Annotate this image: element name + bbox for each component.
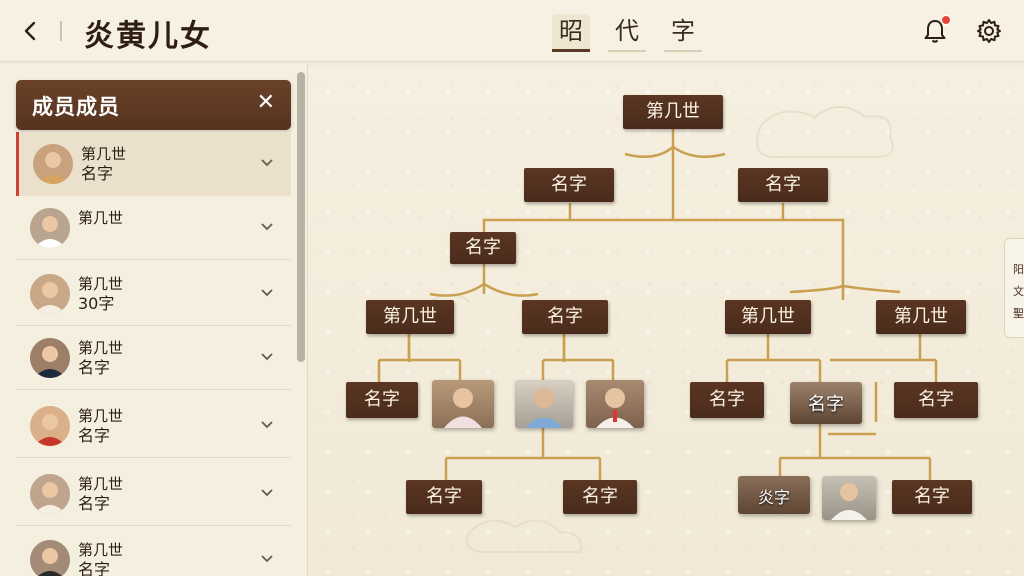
members-panel: 成员成员 ✕ 第几世 名字 第几世 第几世 30字 第几世 名字 第几世 名字 第几世 名字 第几世名… (0, 64, 308, 576)
member-generation: 第几世 (78, 275, 124, 293)
close-icon[interactable]: ✕ (257, 90, 275, 115)
chevron-down-icon[interactable] (259, 484, 275, 500)
member-label: 名字 (78, 494, 111, 513)
member-label: 名字 (78, 426, 111, 445)
avatar (30, 406, 70, 446)
member-generation: 第几世 (78, 209, 124, 227)
list-item[interactable]: 第几世 名字 (16, 132, 291, 196)
tree-node-n1[interactable]: 名字 (524, 168, 614, 202)
chevron-down-icon[interactable] (259, 416, 275, 432)
photo-label: 炎字 (757, 488, 790, 507)
member-photo[interactable] (822, 476, 876, 520)
tree-node-b2[interactable]: 名字 (563, 480, 637, 514)
list-item[interactable]: 第几世 名字 (16, 326, 291, 390)
tree-node-b1[interactable]: 名字 (406, 480, 482, 514)
member-label: 名字 (78, 358, 111, 377)
tree-node-g3b[interactable]: 名字 (522, 300, 608, 334)
chevron-down-icon[interactable] (259, 284, 275, 300)
member-generation: 第几世 (81, 145, 127, 163)
member-name: 第几世 名字 (78, 338, 123, 378)
tree-node-g3a[interactable]: 第几世 (366, 300, 454, 334)
member-generation: 第几世 (78, 541, 124, 559)
gear-icon[interactable] (974, 16, 1004, 46)
member-name: 第几世 30字 (78, 274, 123, 314)
avatar (30, 274, 70, 314)
list-item[interactable]: 第几世 名字 (16, 462, 291, 526)
list-item[interactable]: 第几世 (16, 196, 291, 260)
list-item[interactable]: 第几世 名字 (16, 394, 291, 458)
avatar (30, 208, 70, 248)
member-photo[interactable] (515, 380, 573, 428)
member-name: 第几世 (78, 208, 123, 228)
member-label: 名字 (81, 164, 114, 183)
tree-node-n2[interactable]: 名字 (738, 168, 828, 202)
panel-header: 成员成员 ✕ (16, 80, 291, 130)
avatar (30, 338, 70, 378)
back-arrow-icon[interactable] (16, 16, 44, 46)
tree-node-g3c[interactable]: 第几世 (725, 300, 811, 334)
member-generation: 第几世 (78, 339, 124, 357)
tree-node-l7[interactable]: 名字 (894, 382, 978, 418)
notification-badge (941, 15, 951, 25)
tab-dai[interactable]: 代 (608, 14, 646, 52)
tree-node-g3d[interactable]: 第几世 (876, 300, 966, 334)
member-generation: 第几世 (78, 407, 124, 425)
side-tab-char: 阳 (1013, 263, 1024, 276)
chevron-down-icon[interactable] (259, 218, 275, 234)
chevron-down-icon[interactable] (259, 550, 275, 566)
scrollbar[interactable] (297, 72, 305, 362)
member-name: 第几世 名字 (78, 406, 123, 446)
side-tab[interactable]: 阳 文 聖 (1004, 238, 1024, 338)
member-name: 第几世 名字 (78, 540, 123, 576)
page-title: 炎黄儿女 (84, 19, 212, 54)
divider (60, 21, 62, 41)
top-bar: 炎黄儿女 昭 代 字 (0, 0, 1024, 62)
photo-label: 名字 (808, 394, 844, 415)
list-item[interactable]: 第几世 名字 (16, 528, 291, 576)
side-tab-char: 聖 (1013, 307, 1024, 320)
list-item[interactable]: 第几世 30字 (16, 262, 291, 326)
family-tree: 第几世 名字 名字 名字 第几世 名字 第几世 第几世 名字 名字 名字 名字 … (310, 62, 1024, 576)
member-photo[interactable] (586, 380, 644, 428)
chevron-down-icon[interactable] (259, 348, 275, 364)
member-generation: 第几世 (78, 475, 124, 493)
avatar (33, 144, 73, 184)
tab-zhao[interactable]: 昭 (552, 14, 590, 52)
member-photo-named[interactable]: 炎字 (738, 476, 810, 514)
member-label: 30字 (78, 294, 115, 313)
member-photo-named[interactable]: 名字 (790, 382, 862, 424)
tree-node-l1[interactable]: 名字 (346, 382, 418, 418)
tree-node-b5[interactable]: 名字 (892, 480, 972, 514)
tree-node-root[interactable]: 第几世 (623, 95, 723, 129)
side-tab-char: 文 (1013, 285, 1024, 298)
member-photo[interactable] (432, 380, 494, 428)
tree-node-n3[interactable]: 名字 (450, 232, 516, 264)
chevron-down-icon[interactable] (259, 154, 275, 170)
panel-title: 成员成员 (32, 95, 120, 119)
avatar (30, 540, 70, 576)
view-tabs: 昭 代 字 (552, 14, 702, 52)
member-name: 第几世 名字 (81, 144, 126, 184)
tree-node-l5[interactable]: 名字 (690, 382, 764, 418)
avatar (30, 474, 70, 514)
tab-zi[interactable]: 字 (664, 14, 702, 52)
member-name: 第几世 名字 (78, 474, 123, 514)
member-label: 名字 (78, 560, 111, 576)
